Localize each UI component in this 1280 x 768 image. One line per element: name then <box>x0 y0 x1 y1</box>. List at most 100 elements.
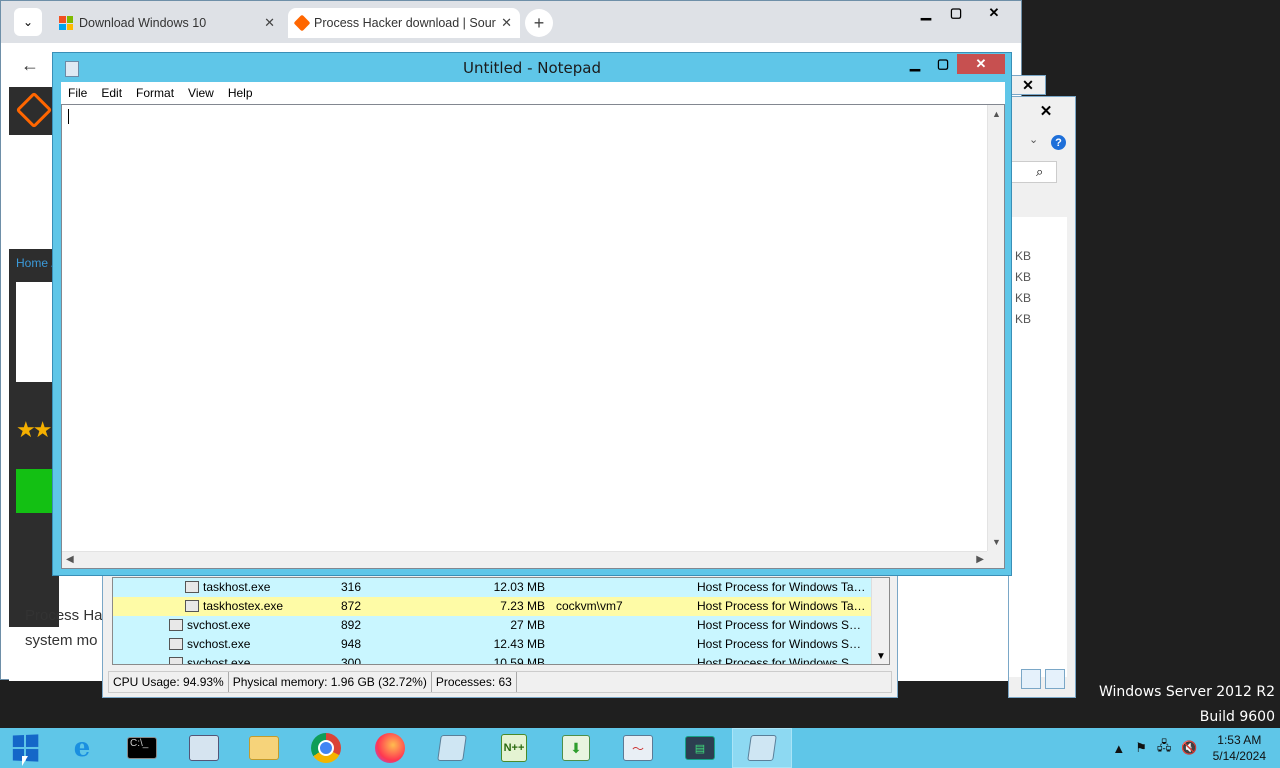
background-window-close[interactable]: ✕ <box>1010 75 1046 95</box>
process-description: Host Process for Windows Ser... <box>697 618 867 632</box>
system-tray: ▲ ⚑ 🖧 🔇 1:53 AM 5/14/2024 <box>1107 728 1280 768</box>
browser-tab-bar: ⌄ Download Windows 10 ✕ Process Hacker d… <box>1 1 1021 43</box>
text-editor-area[interactable]: ▲ ▼ ◀ ▶ <box>61 104 1005 569</box>
process-pid: 300 <box>341 656 362 665</box>
process-description: Host Process for Windows Ser... <box>697 637 867 651</box>
close-icon[interactable]: ✕ <box>264 15 275 31</box>
firefox-icon <box>375 733 405 763</box>
maximize-button[interactable]: ▢ <box>929 54 957 74</box>
horizontal-scrollbar[interactable]: ◀ ▶ <box>62 551 988 568</box>
table-row[interactable]: taskhostex.exe 872 7.23 MB cockvm\vm7 Ho… <box>113 597 871 616</box>
window-title: Untitled - Notepad <box>462 59 602 77</box>
tab-process-hacker[interactable]: Process Hacker download | Sour ✕ <box>288 8 520 38</box>
chevron-down-icon: ⌄ <box>22 15 34 29</box>
taskbar-file-explorer[interactable] <box>234 728 294 768</box>
file-size: KB <box>1015 291 1032 305</box>
taskbar-firefox[interactable] <box>360 728 420 768</box>
vertical-scrollbar[interactable]: ▼ <box>871 578 889 664</box>
text-caret <box>68 109 69 124</box>
menu-view[interactable]: View <box>181 86 221 100</box>
minimize-button[interactable]: ▁ <box>901 54 929 74</box>
taskbar-notepad[interactable] <box>422 728 482 768</box>
title-bar[interactable]: Untitled - Notepad ▁ ▢ ✕ <box>53 53 1011 83</box>
browser-caption-buttons: ▁ ▢ ✕ <box>911 3 1017 23</box>
taskbar-command-prompt[interactable]: C:\_ <box>112 728 172 768</box>
process-memory: 7.23 MB <box>500 599 545 613</box>
rating-stars-icon: ★★ <box>16 417 52 442</box>
taskbar-notepad-active[interactable] <box>732 728 792 768</box>
help-icon[interactable]: ? <box>1051 135 1066 150</box>
show-hidden-icons-icon[interactable]: ▲ <box>1112 741 1125 756</box>
scroll-right-icon[interactable]: ▶ <box>976 554 984 565</box>
file-size: KB <box>1015 270 1032 284</box>
windows-logo-icon <box>59 16 73 30</box>
tab-label: Download Windows 10 <box>79 16 207 30</box>
close-button[interactable]: ✕ <box>1021 101 1071 121</box>
table-row[interactable]: svchost.exe 300 10.59 MB Host Process fo… <box>113 654 871 665</box>
process-description: Host Process for Windows Tas... <box>697 580 867 594</box>
volume-muted-icon[interactable]: 🔇 <box>1181 740 1197 756</box>
menu-format[interactable]: Format <box>129 86 181 100</box>
resize-grip[interactable] <box>987 551 1004 568</box>
taskbar-internet-explorer[interactable]: e <box>52 728 112 768</box>
performance-monitor-icon: 〜 <box>623 735 653 761</box>
breadcrumb[interactable]: Home / <box>16 256 55 270</box>
taskbar-installer[interactable]: ⬇ <box>546 728 606 768</box>
process-icon <box>185 600 199 612</box>
chevron-down-icon[interactable]: ⌄ <box>1029 133 1038 146</box>
large-icons-view-button[interactable] <box>1045 669 1065 689</box>
sourceforge-icon <box>293 14 311 32</box>
process-description: Host Process for Windows Tas... <box>697 599 867 613</box>
table-row[interactable]: taskhost.exe 316 12.03 MB Host Process f… <box>113 578 871 597</box>
back-arrow-icon[interactable]: ← <box>21 55 39 76</box>
tab-download-windows[interactable]: Download Windows 10 ✕ <box>51 8 283 38</box>
download-button[interactable] <box>16 469 56 513</box>
details-view-button[interactable] <box>1021 669 1041 689</box>
cpu-usage: CPU Usage: 94.93% <box>109 672 229 692</box>
table-row[interactable]: svchost.exe 948 12.43 MB Host Process fo… <box>113 635 871 654</box>
scroll-down-icon[interactable]: ▼ <box>876 651 886 662</box>
internet-explorer-icon: e <box>73 733 91 763</box>
taskbar-notepad-plus-plus[interactable]: N++ <box>484 728 544 768</box>
notepad-window: Untitled - Notepad ▁ ▢ ✕ File Edit Forma… <box>52 52 1012 576</box>
process-icon <box>169 638 183 650</box>
notepad-caption-buttons: ▁ ▢ ✕ <box>901 54 1005 74</box>
scroll-up-icon[interactable]: ▲ <box>992 109 1001 119</box>
file-explorer-icon <box>249 736 279 760</box>
menu-edit[interactable]: Edit <box>94 86 129 100</box>
taskbar-chrome[interactable] <box>296 728 356 768</box>
os-watermark-build: Build 9600 <box>1199 709 1275 725</box>
mouse-pointer-icon <box>22 756 28 766</box>
menu-file[interactable]: File <box>61 86 94 100</box>
search-input[interactable]: ⌕ <box>1009 161 1057 183</box>
clock[interactable]: 1:53 AM 5/14/2024 <box>1213 732 1266 764</box>
scroll-left-icon[interactable]: ◀ <box>66 554 74 565</box>
table-row[interactable]: svchost.exe 892 27 MB Host Process for W… <box>113 616 871 635</box>
tab-list-button[interactable]: ⌄ <box>14 8 42 36</box>
maximize-button[interactable]: ▢ <box>941 3 971 23</box>
minimize-button[interactable]: ▁ <box>911 3 941 23</box>
clock-date: 5/14/2024 <box>1212 749 1266 763</box>
notepad-icon <box>437 735 467 761</box>
clock-time: 1:53 AM <box>1217 733 1262 747</box>
menu-help[interactable]: Help <box>221 86 260 100</box>
close-button[interactable]: ✕ <box>971 3 1017 23</box>
process-memory: 27 MB <box>510 618 545 632</box>
process-description: Host Process for Windows Ser... <box>697 656 867 665</box>
installer-icon: ⬇ <box>562 735 590 761</box>
taskbar-performance-monitor[interactable]: 〜 <box>608 728 668 768</box>
close-button[interactable]: ✕ <box>957 54 1005 74</box>
action-center-flag-icon[interactable]: ⚑ <box>1135 740 1147 756</box>
vertical-scrollbar[interactable]: ▲ ▼ <box>987 105 1004 551</box>
scroll-down-icon[interactable]: ▼ <box>992 537 1001 547</box>
physical-memory: Physical memory: 1.96 GB (32.72%) <box>229 672 432 692</box>
taskbar-server-manager[interactable] <box>174 728 234 768</box>
taskbar-process-hacker[interactable]: ▤ <box>670 728 730 768</box>
server-manager-icon <box>189 735 219 761</box>
process-pid: 948 <box>341 637 362 651</box>
new-tab-button[interactable]: + <box>525 9 553 37</box>
close-icon[interactable]: ✕ <box>501 15 512 31</box>
process-user: cockvm\vm7 <box>556 599 623 613</box>
network-icon[interactable]: 🖧 <box>1157 737 1172 759</box>
sourceforge-logo-icon[interactable] <box>15 91 53 129</box>
